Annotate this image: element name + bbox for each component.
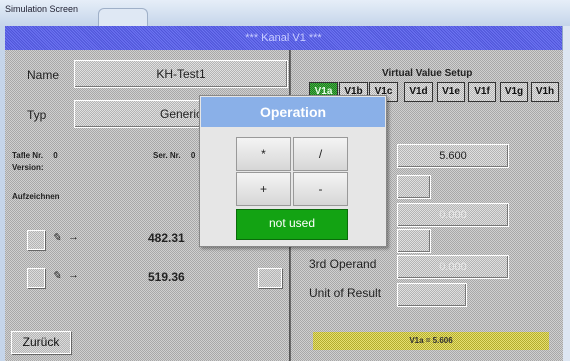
row1-pen-icon[interactable]: ✎	[52, 231, 61, 244]
typ-label: Typ	[27, 108, 47, 122]
third-operand-label: 3rd Operand	[309, 257, 377, 271]
tab-v1d[interactable]: V1d	[404, 82, 433, 102]
row2-arrow-icon: →	[68, 269, 79, 281]
third-operand-field[interactable]: 0.000	[397, 255, 509, 279]
channel-header: *** Kanal V1 ***	[5, 26, 562, 51]
name-label: Name	[27, 68, 60, 82]
value1-field[interactable]: 5.600	[397, 144, 509, 168]
version-label: Version:	[12, 163, 44, 172]
window-tab	[98, 8, 148, 27]
add-button[interactable]: +	[236, 172, 291, 206]
operation-dialog: Operation * / + - not used	[199, 95, 387, 247]
multiply-button[interactable]: *	[236, 137, 291, 171]
value2-field[interactable]: 0.000	[397, 203, 509, 227]
window-edge-right	[562, 26, 570, 361]
unit2-field[interactable]	[397, 229, 431, 253]
row1-value: 482.31	[148, 231, 185, 245]
unit1-field[interactable]	[397, 175, 431, 199]
row2-pen-icon[interactable]: ✎	[52, 269, 61, 282]
channel-title: *** Kanal V1 ***	[245, 32, 322, 44]
virtual-value-setup-title: Virtual Value Setup	[382, 68, 473, 79]
unit-of-result-label: Unit of Result	[309, 286, 382, 300]
row2-right-button[interactable]	[258, 268, 282, 288]
ser-nr-label: Ser. Nr. 0	[153, 151, 196, 160]
row1-arrow-icon: →	[68, 231, 79, 243]
row2-value: 519.36	[148, 270, 185, 284]
tafle-nr-label: Tafle Nr. 0	[12, 151, 58, 160]
status-bar: V1a = 5.606	[313, 332, 549, 350]
row1-left-button[interactable]	[27, 230, 45, 250]
divide-button[interactable]: /	[293, 137, 348, 171]
dialog-title: Operation	[201, 97, 385, 127]
tab-v1e[interactable]: V1e	[437, 82, 465, 102]
aufzeichnen-label: Aufzeichnen	[12, 192, 60, 201]
window-title: Simulation Screen	[5, 4, 79, 14]
tab-v1g[interactable]: V1g	[500, 82, 528, 102]
back-button[interactable]: Zurück	[11, 331, 71, 354]
unit-of-result-field[interactable]	[397, 283, 467, 307]
not-used-button[interactable]: not used	[236, 209, 348, 240]
window-titlebar: Simulation Screen	[0, 0, 570, 27]
subtract-button[interactable]: -	[293, 172, 348, 206]
tab-v1h[interactable]: V1h	[531, 82, 559, 102]
tab-v1f[interactable]: V1f	[468, 82, 496, 102]
row2-left-button[interactable]	[27, 268, 45, 288]
name-field[interactable]: KH-Test1	[74, 60, 288, 88]
